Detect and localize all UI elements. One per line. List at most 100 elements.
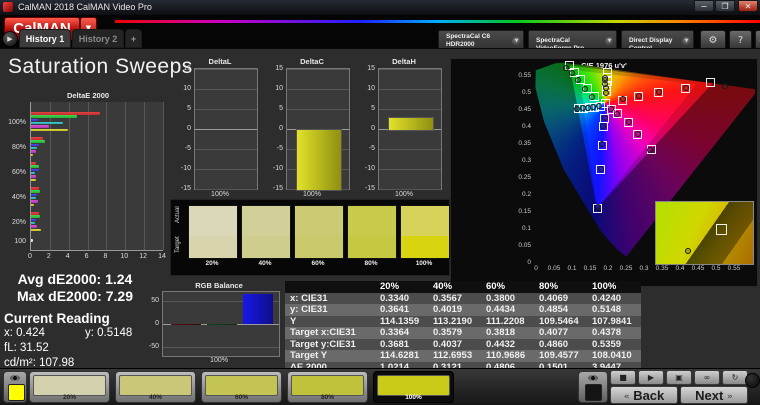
x-tick-label: 0.3 (639, 265, 649, 272)
y-tick-label: 15 (183, 65, 191, 72)
y-tick-label: 50 (151, 297, 159, 305)
custom-pattern-button[interactable] (578, 371, 608, 403)
cell-value: 0.5148 (592, 304, 622, 315)
target-color (242, 236, 290, 258)
avg-de2000: Avg dE2000: 1.24 (17, 271, 133, 287)
gridline (379, 169, 441, 170)
x-tick-label: 8 (103, 253, 108, 260)
help-button[interactable]: ? (729, 30, 752, 50)
play-button[interactable]: ▶ (638, 370, 664, 385)
saturation-swatch-button[interactable]: 80% (287, 371, 368, 403)
de-bar (31, 162, 36, 165)
add-tab-button[interactable]: + (125, 29, 142, 48)
tab-scroll-button[interactable]: ▶ (2, 31, 18, 47)
measurement-marker (721, 82, 728, 89)
swatch-color (291, 375, 364, 396)
y-tick-label: -10 (364, 165, 375, 172)
cell-value: 0.4378 (592, 327, 622, 338)
gridline (379, 69, 441, 70)
window-title: CalMAN 2018 CalMAN Video Pro (18, 2, 152, 12)
refresh-icon: ↻ (731, 373, 739, 382)
cell-value: 0.4069 (539, 292, 569, 304)
de-bar (31, 212, 39, 215)
pattern-color-chip (8, 384, 25, 401)
target-color (189, 236, 237, 258)
minimize-button[interactable]: − (694, 0, 714, 12)
actual-color (295, 206, 343, 237)
de-bar (31, 178, 36, 181)
tab-history-2[interactable]: History 2 (72, 29, 124, 48)
y-tick-label: 0.3 (521, 157, 531, 164)
x-tick-label: 0.35 (655, 265, 669, 272)
refresh-button[interactable]: ↻ (722, 370, 748, 385)
measurement-marker (597, 165, 604, 172)
rgb-bar-red (171, 324, 201, 325)
plot-area (194, 68, 258, 190)
y-tick-label: 0.35 (518, 140, 531, 147)
target-row-label: Target (175, 236, 181, 253)
x-tick-label: 0.55 (727, 265, 741, 272)
cell-value: 109.4577 (539, 350, 579, 361)
gridline (163, 346, 279, 348)
y-tick-label: 15 (275, 65, 283, 72)
y-tick-label: 5 (371, 105, 375, 112)
saturation-swatch-button[interactable]: 20% (29, 371, 110, 403)
pattern-preview-button[interactable] (3, 371, 27, 403)
settings-button[interactable]: ⚙ (700, 30, 726, 50)
gear-icon: ⚙ (708, 35, 718, 46)
restore-button[interactable]: ❐ (715, 0, 735, 12)
cell-value: 113.2190 (433, 315, 473, 327)
de-bar (31, 221, 35, 225)
y-tick-label: 20% (11, 218, 26, 226)
de-bar (31, 140, 46, 143)
x-tick-label: 0 (28, 253, 32, 260)
saturation-swatch-button[interactable]: 40% (115, 371, 196, 403)
measurement-marker (655, 89, 662, 95)
next-button[interactable]: Next » (680, 386, 748, 404)
gridline (379, 89, 441, 90)
close-button[interactable]: ✕ (738, 0, 758, 12)
spectrum-divider (115, 20, 760, 23)
column-header (285, 281, 290, 293)
saturation-swatch-button[interactable]: 100% (373, 371, 454, 403)
compare-swatch-label: 100% (415, 260, 433, 267)
table-row: Target Y 114.6281 112.6953 110.9686 109.4577… (285, 350, 641, 362)
app-icon (3, 2, 13, 12)
workspace: Saturation Sweeps DeltaE 2000 0 2 4 6 8 10 12 14… (0, 48, 760, 373)
stop-button[interactable]: ■ (610, 370, 636, 385)
close-icon: ✕ (744, 2, 752, 11)
back-chevron-icon: « (623, 392, 630, 402)
back-label: Back (633, 388, 665, 403)
de-bar (31, 168, 40, 172)
display-dropdown[interactable]: Direct Display Control ▼ (621, 30, 694, 52)
saturation-swatch-button[interactable]: 60% (201, 371, 282, 403)
gridline (379, 109, 441, 110)
x-tick-label: 0.4 (675, 265, 685, 272)
inset-gamut-edge (656, 202, 753, 264)
back-button[interactable]: « Back (610, 386, 678, 404)
measurement-marker (581, 85, 588, 92)
x-tick-label: 12 (139, 253, 148, 260)
compare-swatch-label: 20% (205, 260, 219, 267)
stop-icon: ■ (619, 373, 627, 382)
swatch-color (205, 375, 278, 396)
x-tick-label: 10 (120, 253, 129, 260)
target-color (295, 236, 343, 258)
gridline (287, 89, 349, 90)
tab-history-1[interactable]: History 1 (19, 29, 71, 48)
row-label: y: CIE31 (290, 304, 328, 315)
measurement-marker (579, 105, 586, 112)
column-header: 80% (539, 281, 559, 292)
meter-dropdown[interactable]: SpectraCal C6 HDR2000S75-newCaL ▼ (438, 30, 524, 56)
gridline (379, 149, 441, 150)
loop-button[interactable]: ∞ (694, 370, 720, 385)
value-bar (296, 129, 342, 191)
y-tick-label: -5 (368, 145, 375, 152)
collapse-button[interactable]: ◀ (755, 30, 760, 50)
source-dropdown[interactable]: SpectraCal VideoForge Pro ▼ (528, 30, 617, 52)
y-tick-label: 0 (371, 125, 375, 132)
actual-color (242, 206, 290, 237)
column-header: 100% (592, 281, 617, 292)
pattern-button[interactable]: ▣ (666, 370, 692, 385)
x-tick-label: 6 (84, 253, 89, 260)
